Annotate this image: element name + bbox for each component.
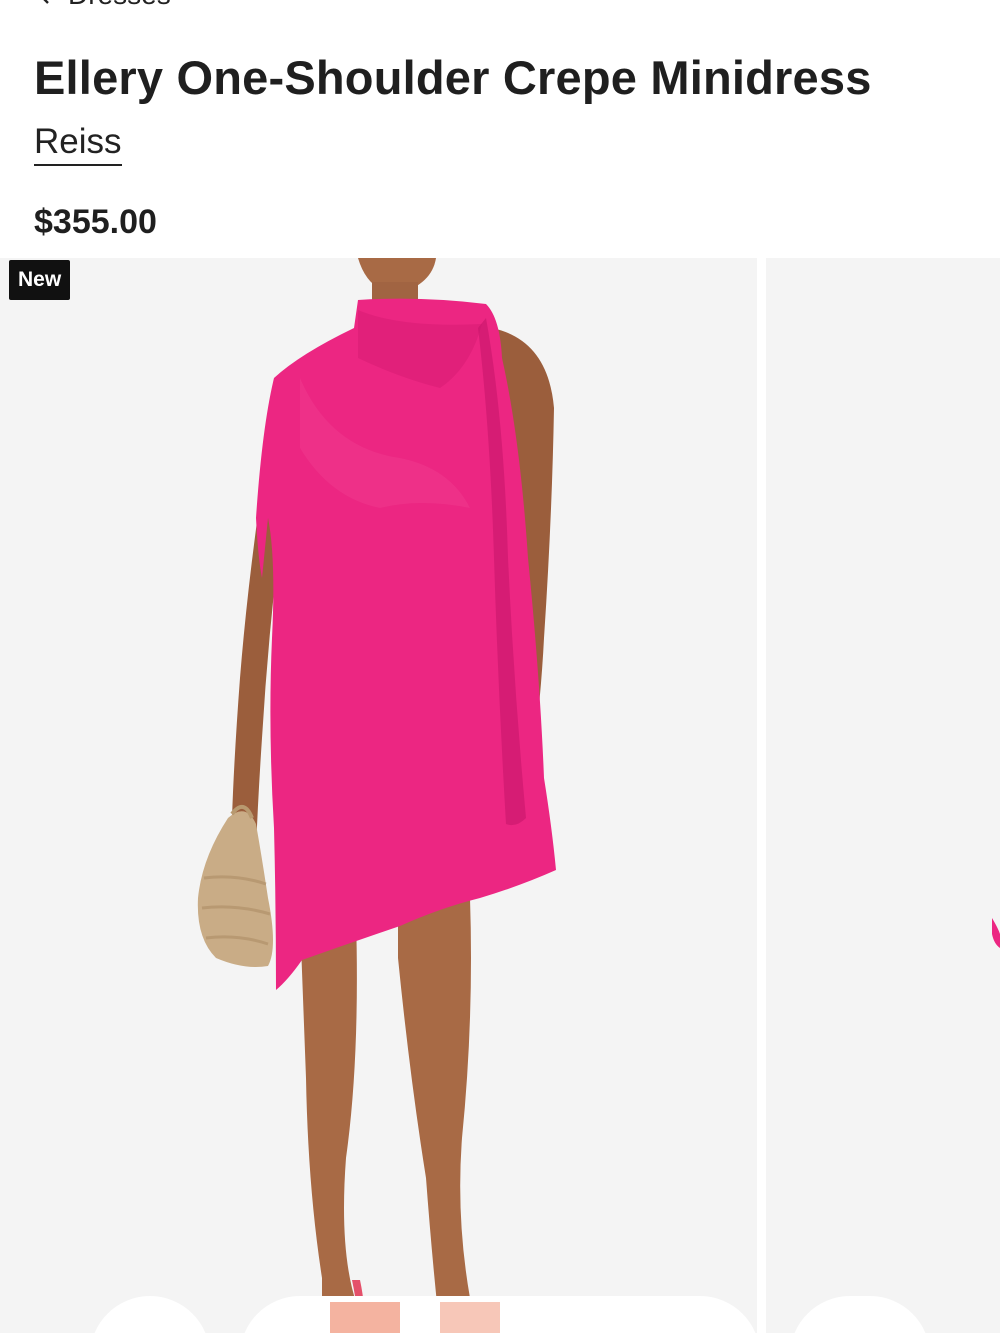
product-price: $355.00 [34,203,157,241]
product-gallery[interactable]: New [0,258,1000,1333]
brand-link[interactable]: Reiss [34,122,122,166]
image-thumbnails[interactable] [0,1296,1000,1333]
thumbnail[interactable] [90,1296,210,1333]
thumbnail[interactable] [240,1296,760,1333]
product-photo [197,258,556,1333]
breadcrumb-label: Dresses [68,0,171,11]
product-image-main[interactable]: New [0,258,757,1333]
product-title: Ellery One-Shoulder Crepe Minidress [34,51,872,104]
thumbnail[interactable] [790,1296,930,1333]
new-badge: New [9,260,71,300]
chevron-left-icon [43,0,49,4]
product-photo-next [992,918,1000,948]
product-image-next[interactable] [766,258,1000,1333]
breadcrumb[interactable]: Dresses [34,0,171,12]
